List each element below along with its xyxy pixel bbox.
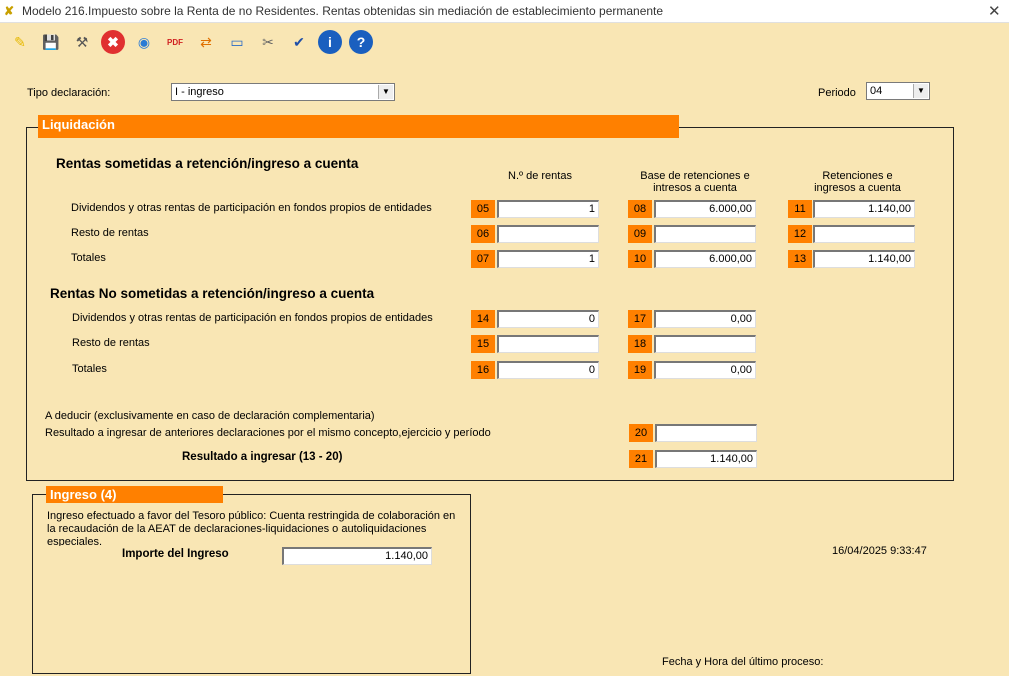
field-06[interactable] [497, 225, 599, 243]
periodo-label: Periodo [818, 87, 856, 99]
code-14: 14 [471, 310, 495, 328]
field-10[interactable]: 6.000,00 [654, 250, 756, 268]
field-09[interactable] [654, 225, 756, 243]
field-16[interactable]: 0 [497, 361, 599, 379]
row-label: Resto de rentas [71, 227, 149, 239]
row-label: Dividendos y otras rentas de participaci… [71, 202, 432, 214]
chevron-down-icon[interactable]: ▼ [378, 85, 393, 99]
field-18[interactable] [654, 335, 756, 353]
importe-field[interactable]: 1.140,00 [282, 547, 432, 565]
row-label: Totales [72, 363, 107, 375]
cancel-icon[interactable]: ✖ [101, 30, 125, 54]
field-08[interactable]: 6.000,00 [654, 200, 756, 218]
code-05: 05 [471, 200, 495, 218]
tipo-declaracion-select[interactable]: I - ingreso ▼ [171, 83, 395, 101]
web-icon[interactable]: ◉ [132, 30, 156, 54]
code-13: 13 [788, 250, 812, 268]
row-label: Dividendos y otras rentas de participaci… [72, 312, 433, 324]
ingreso-description: Ingreso efectuado a favor del Tesoro púb… [47, 510, 456, 546]
code-18: 18 [628, 335, 652, 353]
field-11[interactable]: 1.140,00 [813, 200, 915, 218]
no-sometidas-title: Rentas No sometidas a retención/ingreso … [50, 286, 375, 301]
field-21[interactable]: 1.140,00 [655, 450, 757, 468]
periodo-select[interactable]: 04 ▼ [866, 82, 930, 100]
code-09: 09 [628, 225, 652, 243]
check-icon[interactable]: ✔ [287, 30, 311, 54]
field-19[interactable]: 0,00 [654, 361, 756, 379]
pdf-icon[interactable]: PDF [163, 30, 187, 54]
title-bar: ✘ Modelo 216.Impuesto sobre la Renta de … [0, 0, 1009, 23]
field-07[interactable]: 1 [497, 250, 599, 268]
field-20[interactable] [655, 424, 757, 442]
col-base-header: Base de retenciones e intresos a cuenta [640, 170, 750, 194]
col-n-rentas-header: N.º de rentas [508, 170, 572, 182]
code-08: 08 [628, 200, 652, 218]
code-21: 21 [629, 450, 653, 468]
timestamp: 16/04/2025 9:33:47 [832, 545, 927, 557]
toolbar: ✎ 💾 ⚒ ✖ ◉ PDF ⇄ ▭ ✂ ✔ i? [0, 24, 1009, 60]
field-05[interactable]: 1 [497, 200, 599, 218]
help-icon[interactable]: ? [349, 30, 373, 54]
field-12[interactable] [813, 225, 915, 243]
info-icon[interactable]: i [318, 30, 342, 54]
code-06: 06 [471, 225, 495, 243]
field-15[interactable] [497, 335, 599, 353]
wand-icon[interactable]: ⚒ [70, 30, 94, 54]
anteriores-label: Resultado a ingresar de anteriores decla… [45, 427, 491, 439]
deducir-label: A deducir (exclusivamente en caso de dec… [45, 410, 375, 422]
sometidas-title: Rentas sometidas a retención/ingreso a c… [56, 156, 359, 171]
resultado-label: Resultado a ingresar (13 - 20) [182, 451, 343, 463]
row-label: Totales [71, 252, 106, 264]
code-11: 11 [788, 200, 812, 218]
close-icon[interactable]: ✕ [988, 2, 1001, 20]
app-logo-icon: ✘ [4, 4, 15, 18]
new-icon[interactable]: ✎ [8, 30, 32, 54]
code-16: 16 [471, 361, 495, 379]
tipo-declaracion-value: I - ingreso [175, 86, 224, 98]
liquidacion-header: Liquidación [38, 115, 679, 138]
periodo-value: 04 [870, 85, 883, 97]
chevron-down-icon[interactable]: ▼ [913, 84, 928, 98]
field-13[interactable]: 1.140,00 [813, 250, 915, 268]
code-15: 15 [471, 335, 495, 353]
importe-label: Importe del Ingreso [122, 548, 229, 560]
ingreso-header: Ingreso (4) [46, 486, 223, 503]
code-10: 10 [628, 250, 652, 268]
code-17: 17 [628, 310, 652, 328]
monitor-icon[interactable]: ▭ [225, 30, 249, 54]
field-17[interactable]: 0,00 [654, 310, 756, 328]
exchange-icon[interactable]: ⇄ [194, 30, 218, 54]
field-14[interactable]: 0 [497, 310, 599, 328]
window-title: Modelo 216.Impuesto sobre la Renta de no… [22, 4, 664, 18]
tools-icon[interactable]: ✂ [256, 30, 280, 54]
tipo-declaracion-label: Tipo declaración: [27, 87, 111, 99]
save-icon[interactable]: 💾 [39, 30, 63, 54]
col-retenciones-header: Retenciones e ingresos a cuenta [814, 170, 901, 194]
code-20: 20 [629, 424, 653, 442]
fecha-label: Fecha y Hora del último proceso: [662, 656, 824, 668]
row-label: Resto de rentas [72, 337, 150, 349]
code-07: 07 [471, 250, 495, 268]
code-12: 12 [788, 225, 812, 243]
code-19: 19 [628, 361, 652, 379]
